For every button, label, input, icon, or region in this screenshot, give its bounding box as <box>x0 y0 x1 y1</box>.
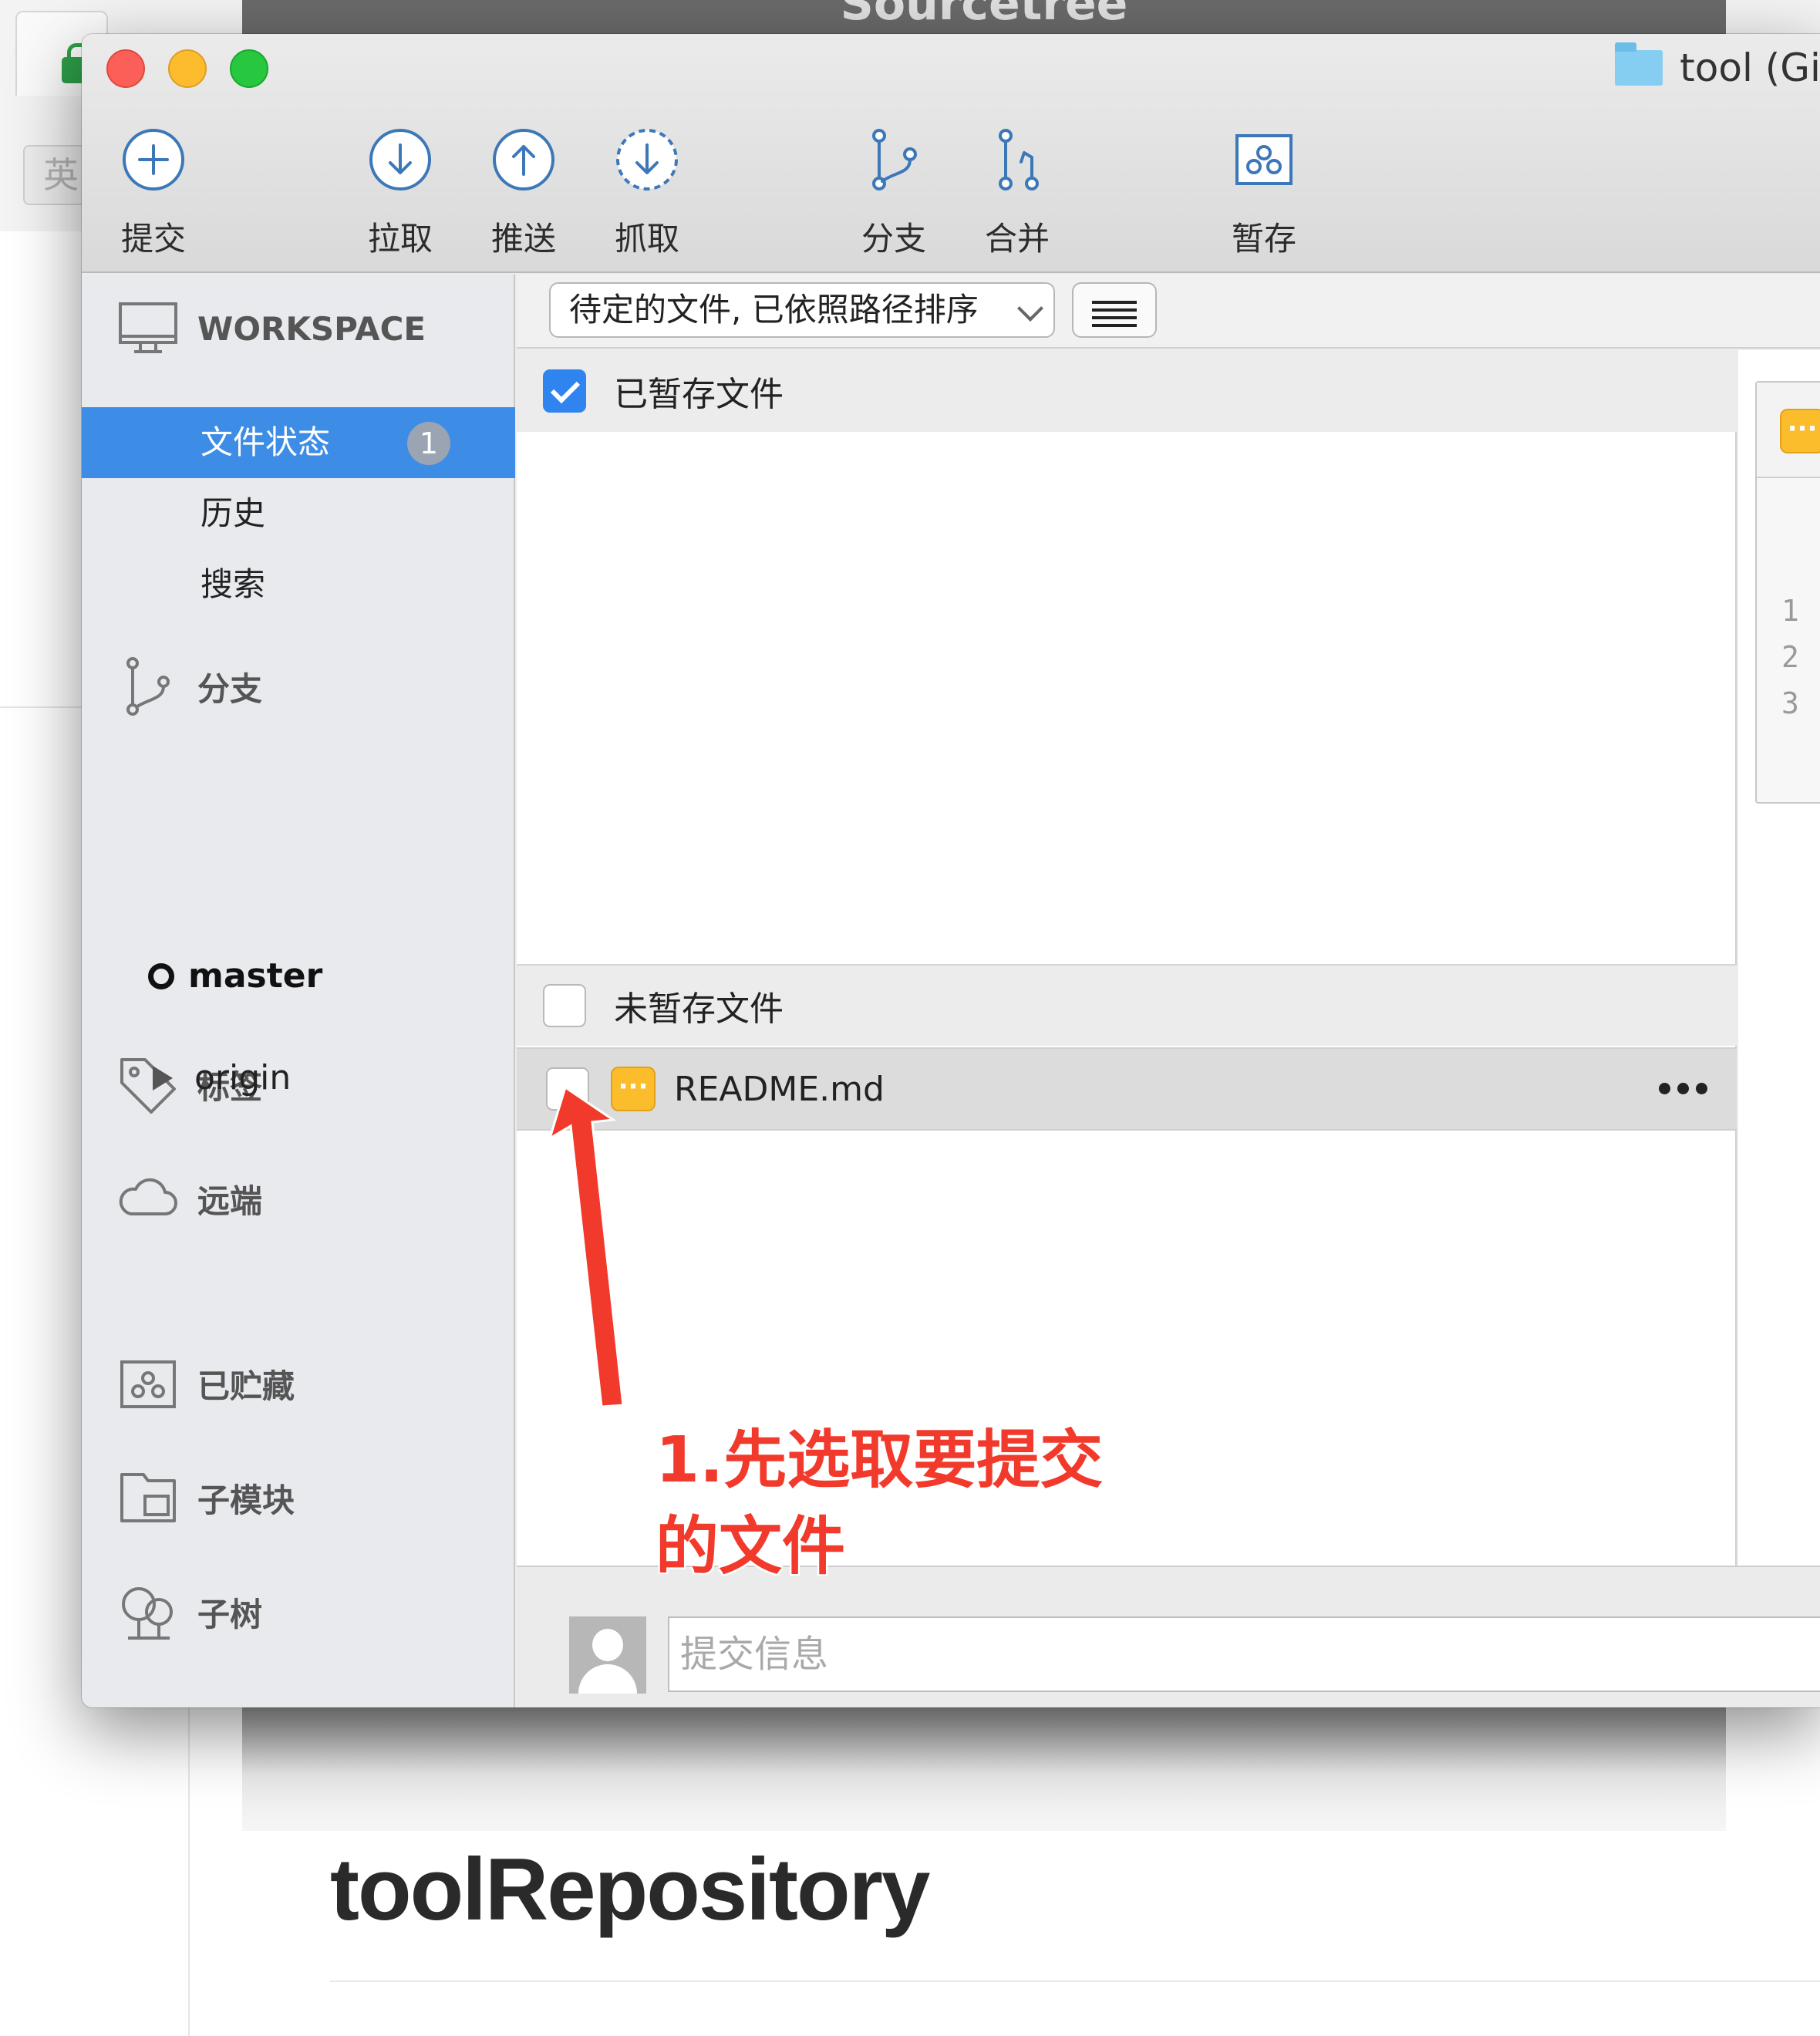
disclosure-triangle-icon[interactable] <box>153 1065 173 1090</box>
pull-label: 拉取 <box>367 220 433 258</box>
stash-button[interactable]: 暂存 <box>1210 126 1318 260</box>
titlebar: tool (Git) 提交 拉取 推送 <box>82 34 1820 273</box>
staged-files-label: 已暂存文件 <box>614 375 784 414</box>
sidebar-remotes-header[interactable]: 远端 <box>117 1168 262 1229</box>
line-number: 1 <box>1781 594 1799 628</box>
more-options-icon[interactable] <box>1659 1083 1707 1094</box>
file-status-pane: 已暂存文件 未暂存文件 ··· README.md <box>517 350 1737 1566</box>
minimize-button[interactable] <box>168 49 207 88</box>
sidebar-item-file-status[interactable]: 文件状态 1 <box>82 407 515 478</box>
diff-pane: ··· 1 2 3 <box>1738 350 1820 1566</box>
sidebar-workspace-header[interactable]: WORKSPACE <box>117 298 426 359</box>
pull-button[interactable]: 拉取 <box>346 126 454 260</box>
modified-status-icon: ··· <box>611 1067 656 1111</box>
annotation-callout: 1.先选取要提交 的文件 <box>656 1417 1134 1590</box>
annotation-line-1: 1.先选取要提交 <box>656 1424 1104 1497</box>
submodule-icon <box>120 1473 176 1522</box>
background-window-title: Sourcetree <box>840 0 1128 31</box>
list-icon-line <box>1092 316 1137 319</box>
commit-button[interactable]: 提交 <box>99 126 207 260</box>
branch-icon <box>872 129 917 190</box>
sidebar-stashes-header[interactable]: 已贮藏 <box>117 1353 295 1414</box>
diff-hunk-header: ··· <box>1757 383 1820 478</box>
file-name: README.md <box>674 1069 885 1109</box>
chevron-down-icon <box>1017 295 1043 322</box>
arrow-up-circle-icon <box>493 129 554 190</box>
branch-button[interactable]: 分支 <box>840 126 948 260</box>
subtrees-label: 子树 <box>197 1595 263 1633</box>
list-view-button[interactable] <box>1072 282 1157 338</box>
count-badge: 1 <box>407 422 450 465</box>
sidebar-item-label: 搜索 <box>201 565 266 603</box>
unstaged-select-all-checkbox[interactable] <box>543 984 586 1027</box>
background-window-shadow <box>242 1707 1726 1831</box>
plus-circle-icon <box>123 129 184 190</box>
annotation-line-2: 的文件 <box>656 1510 846 1583</box>
window-title-text: tool (Git) <box>1680 46 1820 90</box>
merge-label: 合并 <box>984 220 1050 258</box>
close-button[interactable] <box>106 49 145 88</box>
stash-icon <box>1235 134 1293 185</box>
sidebar-subtrees-header[interactable]: 子树 <box>117 1581 262 1643</box>
workspace-label: WORKSPACE <box>197 309 426 348</box>
push-label: 推送 <box>490 220 556 258</box>
commit-message-input[interactable] <box>668 1616 1820 1692</box>
repo-heading: toolRepository <box>330 1841 930 1939</box>
arrow-down-circle-icon <box>369 129 431 190</box>
file-filter-dropdown[interactable]: 待定的文件, 已依照路径排序 <box>549 282 1055 338</box>
list-icon-line <box>1092 308 1137 312</box>
zoom-button[interactable] <box>230 49 268 88</box>
commit-label: 提交 <box>120 220 186 258</box>
fetch-dashed-circle-icon <box>616 129 678 190</box>
background-rule <box>330 1980 1820 1982</box>
file-row-readme[interactable]: ··· README.md <box>517 1047 1737 1131</box>
branches-label: 分支 <box>197 669 263 708</box>
line-number: 3 <box>1781 686 1799 720</box>
fetch-label: 抓取 <box>614 220 679 258</box>
sidebar-item-history[interactable]: 历史 <box>82 478 515 549</box>
fetch-button[interactable]: 抓取 <box>593 126 701 260</box>
stash-label: 暂存 <box>1231 220 1296 258</box>
branch-icon <box>126 657 170 716</box>
current-branch-icon <box>148 962 174 989</box>
line-number: 2 <box>1781 640 1799 674</box>
submodules-label: 子模块 <box>197 1481 295 1519</box>
diff-hunk: ··· 1 2 3 <box>1755 381 1820 804</box>
modified-status-icon: ··· <box>1780 409 1820 453</box>
unstaged-files-header: 未暂存文件 <box>517 964 1737 1046</box>
sidebar-branches-header[interactable]: 分支 <box>117 656 262 717</box>
cloud-icon <box>119 1178 177 1215</box>
sidebar-item-search[interactable]: 搜索 <box>82 549 515 620</box>
branch-item-master[interactable]: master <box>148 956 322 996</box>
staged-files-header: 已暂存文件 <box>517 350 1737 432</box>
sidebar-item-label: 历史 <box>201 494 266 532</box>
merge-button[interactable]: 合并 <box>963 126 1071 260</box>
remote-name: origin <box>194 1058 292 1097</box>
stash-icon <box>120 1360 176 1408</box>
folder-icon <box>1615 42 1663 86</box>
sidebar-item-label: 文件状态 <box>201 423 331 461</box>
window-title: tool (Git) <box>1615 42 1820 91</box>
stashes-label: 已贮藏 <box>197 1367 295 1405</box>
tree-icon <box>122 1587 173 1640</box>
list-icon <box>1092 301 1137 304</box>
branch-label: 分支 <box>861 220 926 258</box>
sidebar-submodules-header[interactable]: 子模块 <box>117 1467 295 1529</box>
file-filter-bar: 待定的文件, 已依照路径排序 <box>517 275 1820 349</box>
file-checkbox[interactable] <box>546 1067 589 1111</box>
merge-icon <box>999 129 1039 190</box>
branch-name: master <box>188 956 323 996</box>
unstaged-files-label: 未暂存文件 <box>614 989 784 1029</box>
monitor-icon <box>119 302 177 353</box>
staged-select-all-checkbox[interactable] <box>543 369 586 413</box>
sidebar: WORKSPACE 文件状态 1 历史 搜索 分支 master 标签 远端 o… <box>82 275 515 1707</box>
push-button[interactable]: 推送 <box>470 126 578 260</box>
list-icon-line <box>1092 324 1137 327</box>
avatar <box>569 1616 646 1694</box>
remote-item-origin[interactable]: origin <box>153 1058 291 1097</box>
file-filter-value: 待定的文件, 已依照路径排序 <box>569 291 979 329</box>
remotes-label: 远端 <box>197 1181 263 1220</box>
